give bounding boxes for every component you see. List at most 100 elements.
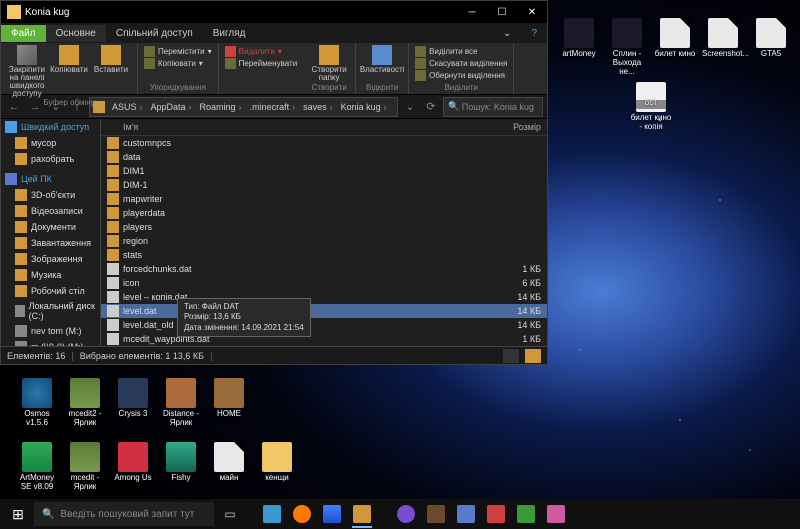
column-headers[interactable]: Ім'я Розмір: [101, 119, 547, 136]
taskbar-explorer[interactable]: [348, 500, 376, 528]
breadcrumb-segment[interactable]: .minecraft: [246, 102, 300, 112]
file-row[interactable]: players: [101, 220, 547, 234]
desktop-icon[interactable]: Osmos v1.5.6: [16, 378, 58, 428]
desktop-icon[interactable]: Distance - Ярлик: [160, 378, 202, 428]
sidebar-this-pc[interactable]: Цей ПК: [1, 171, 100, 187]
minimize-button[interactable]: ─: [457, 1, 487, 23]
search-input[interactable]: 🔍 Пошук: Konia kug: [443, 97, 543, 117]
desktop-icon[interactable]: ArtMoney SE v8.09: [16, 442, 58, 492]
desktop-icon[interactable]: кенщи: [256, 442, 298, 483]
breadcrumb-segment[interactable]: Roaming: [196, 102, 246, 112]
file-rows[interactable]: customnpcsdataDIM1DIM-1mapwriterplayerda…: [101, 136, 547, 346]
desktop-icon[interactable]: Screenshot...: [702, 18, 744, 59]
file-row[interactable]: forcedchunks.dat1 КБ: [101, 262, 547, 276]
sidebar-item[interactable]: nev tom (M:): [1, 323, 100, 339]
paste-button[interactable]: Вставити: [91, 45, 131, 98]
taskbar-app[interactable]: [288, 500, 316, 528]
desktop-icon[interactable]: HOME: [208, 378, 250, 419]
sidebar-item[interactable]: Локальний диск (C:): [1, 299, 100, 323]
forward-button[interactable]: →: [26, 98, 44, 116]
taskbar-app[interactable]: [318, 500, 346, 528]
taskbar-app[interactable]: [422, 500, 450, 528]
file-row[interactable]: level.dat14 КБ: [101, 304, 547, 318]
taskbar-app[interactable]: [258, 500, 286, 528]
breadcrumb[interactable]: ASUSAppDataRoaming.minecraftsavesKonia k…: [89, 97, 398, 117]
copy-to-button[interactable]: Копіювати ▾: [144, 58, 212, 69]
file-row[interactable]: customnpcs: [101, 136, 547, 150]
pin-quick-access-button[interactable]: Закріпити на панелі швидкого доступу: [7, 45, 47, 98]
col-size[interactable]: Розмір: [487, 119, 547, 135]
file-row[interactable]: level – копія.dat14 КБ: [101, 290, 547, 304]
delete-button[interactable]: Видалити ▾: [225, 46, 298, 57]
desktop-icon[interactable]: Сплин - Выхода не...: [606, 18, 648, 76]
properties-button[interactable]: Властивості: [362, 45, 402, 74]
view-large-button[interactable]: [525, 349, 541, 363]
desktop-icon[interactable]: mcedit2 - Ярлик: [64, 378, 106, 428]
invert-selection-button[interactable]: Обернути виділення: [415, 70, 507, 81]
new-folder-button[interactable]: Створити папку: [309, 45, 349, 82]
ribbon-help[interactable]: ?: [521, 25, 547, 42]
nav-sidebar[interactable]: Швидкий доступ мусоррахобрать Цей ПК 3D-…: [1, 119, 101, 346]
taskbar[interactable]: ⊞ 🔍Введіть пошуковий запит тут ▭: [0, 499, 800, 529]
sidebar-item[interactable]: Відеозаписи: [1, 203, 100, 219]
tab-view[interactable]: Вигляд: [203, 25, 256, 42]
task-view-button[interactable]: ▭: [216, 500, 244, 528]
sidebar-quick-access[interactable]: Швидкий доступ: [1, 119, 100, 135]
file-row[interactable]: data: [101, 150, 547, 164]
tab-share[interactable]: Спільний доступ: [106, 25, 203, 42]
desktop-icon[interactable]: artMoney: [558, 18, 600, 59]
ribbon-collapse[interactable]: ⌄: [493, 25, 521, 42]
tab-home[interactable]: Основне: [46, 25, 106, 42]
dropdown-button[interactable]: ⌄: [401, 98, 419, 116]
file-row[interactable]: icon6 КБ: [101, 276, 547, 290]
sidebar-item[interactable]: Музика: [1, 267, 100, 283]
sidebar-item[interactable]: 3D-об'єкти: [1, 187, 100, 203]
file-row[interactable]: DIM1: [101, 164, 547, 178]
maximize-button[interactable]: ☐: [487, 1, 517, 23]
desktop-icon[interactable]: майн: [208, 442, 250, 483]
breadcrumb-segment[interactable]: ASUS: [108, 102, 147, 112]
taskbar-app[interactable]: [512, 500, 540, 528]
file-row[interactable]: mapwriter: [101, 192, 547, 206]
file-row[interactable]: region: [101, 234, 547, 248]
breadcrumb-segment[interactable]: Konia kug: [337, 102, 391, 112]
close-button[interactable]: ✕: [517, 1, 547, 23]
file-row[interactable]: mcedit_waypoints.dat1 КБ: [101, 332, 547, 346]
taskbar-app[interactable]: [482, 500, 510, 528]
taskbar-app[interactable]: [542, 500, 570, 528]
select-all-button[interactable]: Виділити все: [415, 46, 507, 57]
desktop-icon[interactable]: Fishy: [160, 442, 202, 483]
view-details-button[interactable]: [503, 349, 519, 363]
breadcrumb-segment[interactable]: saves: [299, 102, 337, 112]
deselect-button[interactable]: Скасувати виділення: [415, 58, 507, 69]
desktop-icon[interactable]: Among Us: [112, 442, 154, 483]
rename-button[interactable]: Перейменувати: [225, 58, 298, 69]
back-button[interactable]: ←: [5, 98, 23, 116]
file-row[interactable]: playerdata: [101, 206, 547, 220]
tab-file[interactable]: Файл: [1, 25, 46, 42]
sidebar-item[interactable]: m (\\9-0) (M:): [1, 339, 100, 346]
taskbar-app[interactable]: [392, 500, 420, 528]
move-to-button[interactable]: Перемістити ▾: [144, 46, 212, 57]
sidebar-item[interactable]: Зображення: [1, 251, 100, 267]
taskbar-app[interactable]: [452, 500, 480, 528]
desktop-icon[interactable]: Crysis 3: [112, 378, 154, 419]
sidebar-item[interactable]: мусор: [1, 135, 100, 151]
desktop-icon[interactable]: билет кино: [654, 18, 696, 59]
sidebar-item[interactable]: Робочий стіл: [1, 283, 100, 299]
col-name[interactable]: Ім'я: [117, 119, 487, 135]
file-row[interactable]: DIM-1: [101, 178, 547, 192]
file-row[interactable]: stats: [101, 248, 547, 262]
copy-button[interactable]: Копіювати: [49, 45, 89, 98]
desktop-icon[interactable]: mcedit - Ярлик: [64, 442, 106, 492]
titlebar[interactable]: Konia kug ─ ☐ ✕: [1, 1, 547, 23]
taskbar-search[interactable]: 🔍Введіть пошуковий запит тут: [34, 502, 214, 526]
refresh-button[interactable]: ⟳: [422, 98, 440, 116]
sidebar-item[interactable]: Завантаження: [1, 235, 100, 251]
start-button[interactable]: ⊞: [4, 500, 32, 528]
breadcrumb-segment[interactable]: AppData: [147, 102, 196, 112]
desktop-icon[interactable]: GTA5: [750, 18, 792, 59]
desktop-icon[interactable]: билет кино - копія: [630, 82, 672, 132]
sidebar-item[interactable]: Документи: [1, 219, 100, 235]
file-row[interactable]: level.dat_old14 КБ: [101, 318, 547, 332]
